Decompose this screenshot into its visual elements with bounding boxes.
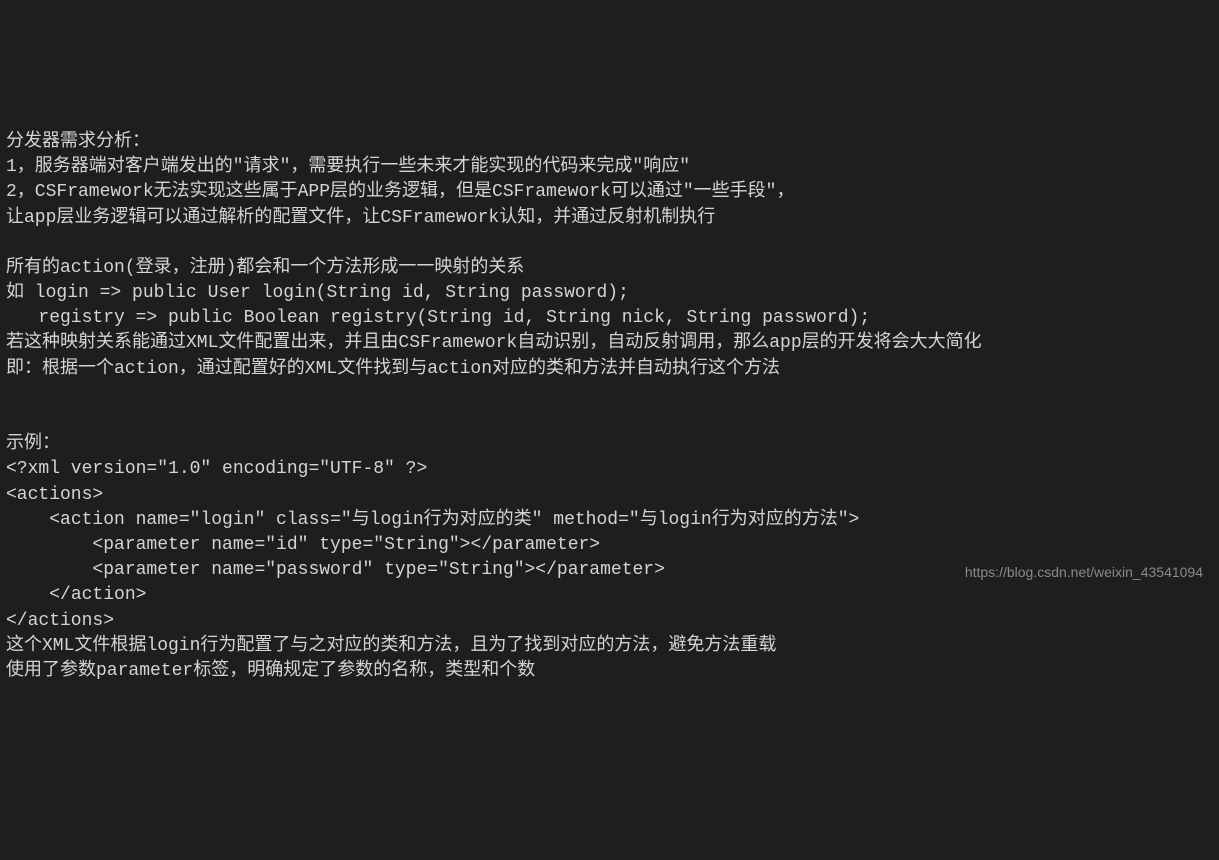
text-line: <?xml version="1.0" encoding="UTF-8" ?> [6, 459, 427, 479]
text-line: 如 login => public User login(String id, … [6, 283, 629, 303]
text-line: </actions> [6, 611, 114, 631]
text-line: registry => public Boolean registry(Stri… [6, 308, 870, 328]
text-line: <parameter name="id" type="String"></par… [6, 535, 600, 555]
text-line: 所有的action(登录，注册)都会和一个方法形成一一映射的关系 [6, 258, 524, 278]
text-line: 示例： [6, 434, 60, 454]
text-line: <parameter name="password" type="String"… [6, 560, 665, 580]
text-line: 即：根据一个action，通过配置好的XML文件找到与action对应的类和方法… [6, 359, 780, 379]
text-line: 若这种映射关系能通过XML文件配置出来，并且由CSFramework自动识别，自… [6, 333, 982, 353]
code-document-content: 分发器需求分析： 1，服务器端对客户端发出的"请求"，需要执行一些未来才能实现的… [6, 105, 1213, 684]
text-line: 1，服务器端对客户端发出的"请求"，需要执行一些未来才能实现的代码来完成"响应" [6, 157, 690, 177]
text-line: 使用了参数parameter标签，明确规定了参数的名称，类型和个数 [6, 661, 535, 681]
watermark-text: https://blog.csdn.net/weixin_43541094 [965, 563, 1203, 583]
text-line: <actions> [6, 485, 103, 505]
text-line: 分发器需求分析： [6, 132, 150, 152]
text-line: <action name="login" class="与login行为对应的类… [6, 510, 859, 530]
text-line: 这个XML文件根据login行为配置了与之对应的类和方法，且为了找到对应的方法，… [6, 636, 776, 656]
text-line: </action> [6, 585, 146, 605]
text-line: 让app层业务逻辑可以通过解析的配置文件，让CSFramework认知，并通过反… [6, 208, 715, 228]
text-line: 2，CSFramework无法实现这些属于APP层的业务逻辑，但是CSFrame… [6, 182, 794, 202]
